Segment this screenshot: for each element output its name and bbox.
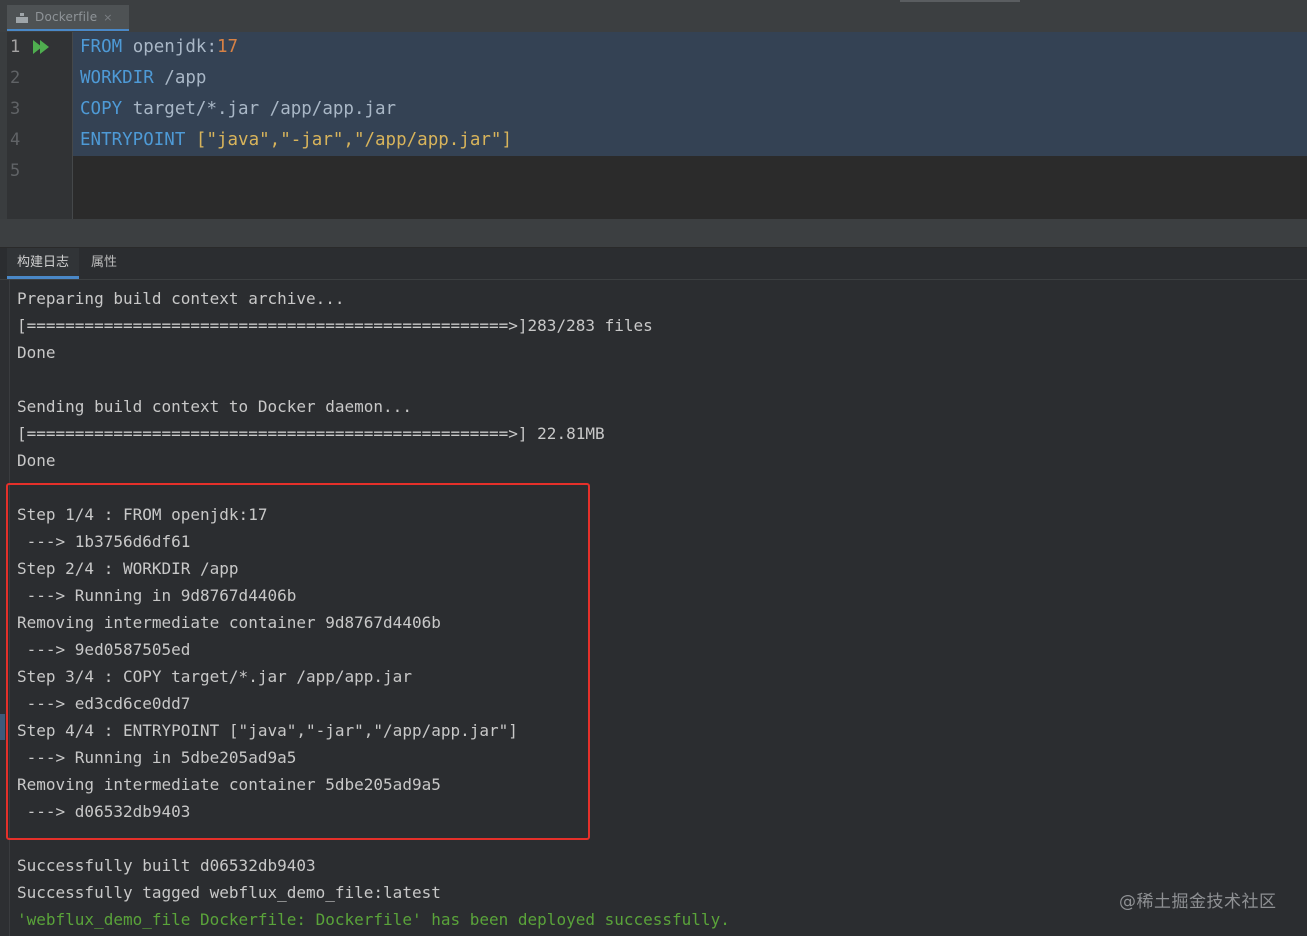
deploy-success-message: 'webflux_demo_file Dockerfile: Dockerfil… [17, 910, 730, 929]
watermark: @稀土掘金技术社区 [1119, 892, 1277, 912]
line-number: 2 [10, 68, 21, 88]
code-number: 17 [216, 37, 239, 57]
code-text: target/*.jar /app/app.jar [122, 99, 397, 119]
code-line-1: FROM openjdk:17 [80, 32, 238, 63]
console-line: Successfully tagged webflux_demo_file:la… [17, 883, 441, 902]
docker-icon [16, 12, 29, 23]
console-line: Done [17, 343, 56, 362]
tool-window-tabs: 构建日志 属性 [0, 248, 1307, 280]
run-icon[interactable] [33, 40, 51, 56]
keyword: FROM [80, 37, 123, 57]
console-line: Successfully built d06532db9403 [17, 856, 316, 875]
code-editor[interactable]: 1 2 3 4 5 FROM openjdk:17 WORKDIR /app C… [0, 32, 1307, 219]
console-line: Done [17, 451, 56, 470]
tab-properties[interactable]: 属性 [81, 248, 127, 279]
code-text: /app [153, 68, 207, 88]
keyword: ENTRYPOINT [80, 130, 186, 150]
code-string: ["java","-jar","/app/app.jar"] [195, 130, 512, 150]
tab-build-log[interactable]: 构建日志 [7, 248, 80, 279]
console-line: [=======================================… [17, 316, 653, 335]
code-line-3: COPY target/*.jar /app/app.jar [80, 94, 396, 125]
close-icon[interactable]: × [103, 11, 112, 24]
tab-filename: Dockerfile [35, 10, 98, 24]
console-line: [=======================================… [17, 424, 605, 443]
code-text: openjdk: [122, 37, 217, 57]
panel-splitter[interactable] [0, 219, 1307, 248]
line-number: 4 [10, 130, 21, 150]
line-number: 3 [10, 99, 21, 119]
code-line-2: WORKDIR /app [80, 63, 206, 94]
keyword: WORKDIR [80, 68, 154, 88]
editor-left-edge [0, 32, 7, 219]
code-line-4: ENTRYPOINT ["java","-jar","/app/app.jar"… [80, 125, 512, 156]
console-line: Sending build context to Docker daemon..… [17, 397, 412, 416]
tab-dockerfile[interactable]: Dockerfile × [7, 5, 129, 31]
editor-tab-bar: Dockerfile × [0, 0, 1307, 33]
scroll-marker [0, 714, 5, 740]
highlight-box [6, 483, 590, 840]
build-log-console[interactable]: Preparing build context archive... [=====… [0, 280, 1307, 936]
line-number: 1 [10, 37, 21, 57]
line-number: 5 [10, 161, 21, 181]
console-line: Preparing build context archive... [17, 289, 345, 308]
keyword: COPY [80, 99, 123, 119]
tab-bar-indicator [900, 0, 1020, 2]
